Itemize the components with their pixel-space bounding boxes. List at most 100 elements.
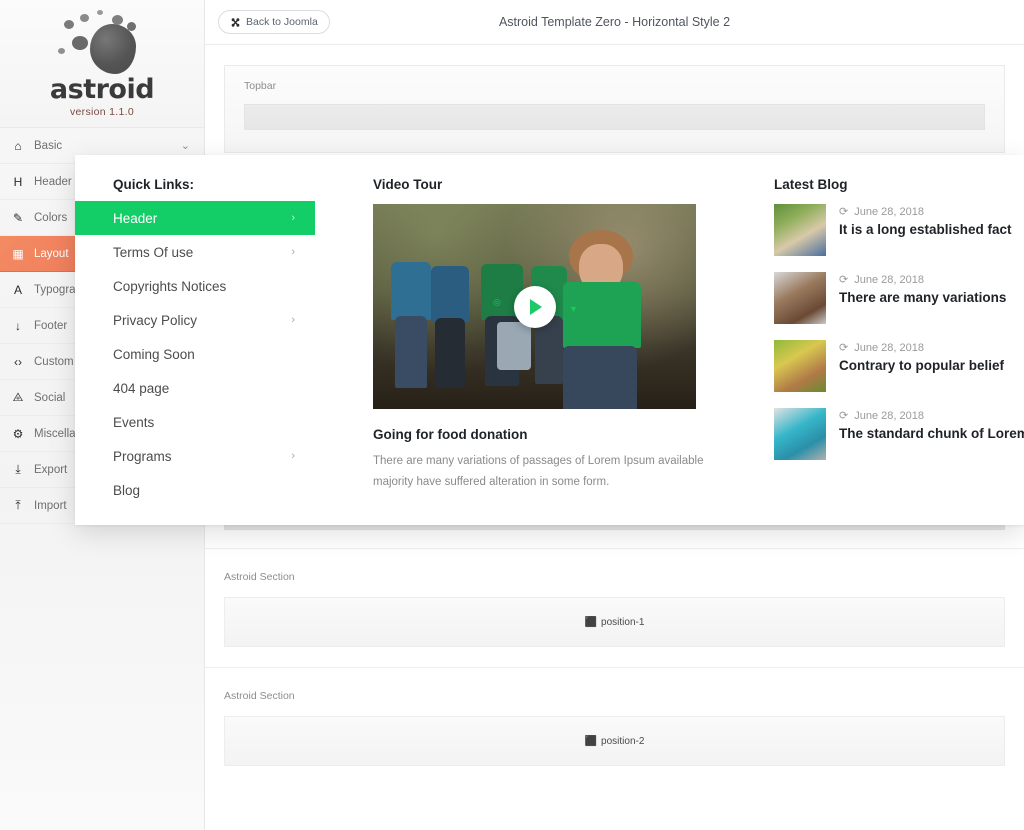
quick-links-list: Header › Terms Of use › Copyrights Notices Pr… [75, 201, 340, 507]
cube-icon: ⬛ [584, 735, 598, 747]
quick-link-label: Events [113, 414, 155, 430]
home-icon: ⌂ [14, 138, 22, 153]
quick-link-events[interactable]: Events [75, 405, 315, 439]
download-icon: ⤓ [15, 462, 21, 476]
topbar-section-label: Topbar [244, 80, 277, 92]
clock-icon: ⟳ [839, 410, 849, 422]
figure-green-shirt [563, 282, 641, 348]
module-position-slot[interactable]: ⬛ position-2 [224, 716, 1005, 766]
heading-h-icon: H [13, 174, 23, 189]
chevron-right-icon: › [291, 314, 295, 326]
blog-title: Contrary to popular belief [839, 358, 1005, 373]
quick-link-programs[interactable]: Programs › [75, 439, 315, 473]
blog-title: It is a long established fact [839, 222, 1012, 237]
cube-icon: ⬛ [584, 616, 598, 628]
chevron-down-icon[interactable]: ⌄ [181, 139, 190, 152]
figure-jeans-1 [395, 316, 427, 388]
code-icon: ‹› [14, 354, 22, 369]
joomla-icon [230, 17, 241, 28]
sidebar-item-label: Footer [34, 319, 68, 332]
blog-list-item[interactable]: ⟳ June 28, 2018 There are many variations [774, 272, 1024, 324]
quick-link-privacy-policy[interactable]: Privacy Policy › [75, 303, 315, 337]
asteroid-icon [50, 6, 154, 78]
astroid-section: Astroid Section ⬛ position-1 [205, 548, 1024, 647]
blog-list-item[interactable]: ⟳ June 28, 2018 Contrary to popular belief [774, 340, 1024, 392]
latest-blog-list: ⟳ June 28, 2018 It is a long established f… [774, 204, 1024, 460]
paintbrush-icon: ✎ [12, 210, 24, 225]
sidebar-item-label: Header [34, 175, 72, 188]
quick-link-label: Privacy Policy [113, 312, 198, 328]
upload-icon: ⤒ [15, 498, 21, 512]
chevron-right-icon: › [291, 212, 295, 224]
video-description: There are many variations of passages of… [373, 455, 704, 489]
figure-blue-1 [391, 262, 431, 320]
sidebar-item-label: Basic [34, 139, 63, 152]
blog-date-text: June 28, 2018 [854, 273, 924, 286]
app-root: astroid version 1.1.0 ⌂ Basic ⌄ H Header ✎ Col… [0, 0, 1024, 830]
quick-links-heading: Quick Links: [113, 177, 195, 192]
blog-date-text: June 28, 2018 [854, 409, 924, 422]
donation-bag [497, 322, 531, 370]
share-icon: ⨹ [12, 390, 24, 404]
gears-icon: ⚙ [12, 426, 24, 441]
module-position-slot[interactable]: ⬛ position-1 [224, 597, 1005, 647]
figure-blue-2 [431, 266, 469, 322]
brand-name: astroid [49, 74, 155, 105]
quick-link-label: Header [113, 210, 158, 226]
astroid-section-title: Astroid Section [224, 571, 295, 583]
quick-link-label: Copyrights Notices [113, 278, 227, 294]
quick-link-coming-soon[interactable]: Coming Soon [75, 337, 315, 371]
blog-date-text: June 28, 2018 [854, 341, 924, 354]
marker-triangle-icon: ▼ [569, 304, 578, 314]
quick-link-blog[interactable]: Blog [75, 473, 315, 507]
quick-link-terms-of-use[interactable]: Terms Of use › [75, 235, 315, 269]
quick-link-label: Coming Soon [113, 346, 195, 362]
blog-date: ⟳ June 28, 2018 [839, 341, 1004, 355]
brand-logo: astroid version 1.1.0 [0, 0, 204, 128]
play-button[interactable] [513, 285, 556, 328]
blog-title: The standard chunk of Lorem [839, 426, 1024, 441]
astroid-sections: Astroid Section ⬛ position-1 Astroid Sectio… [205, 548, 1024, 766]
video-thumbnail[interactable]: ◎ ▼ [373, 204, 696, 409]
topbar-section: Topbar [224, 65, 1005, 153]
figure-jeans-5 [563, 346, 637, 409]
latest-blog-heading: Latest Blog [774, 177, 848, 192]
blog-list-item[interactable]: ⟳ June 28, 2018 It is a long established f… [774, 204, 1024, 256]
back-to-joomla-button[interactable]: Back to Joomla [218, 10, 330, 34]
video-tour-heading: Video Tour [373, 177, 443, 192]
blog-thumbnail [774, 340, 826, 392]
blog-date-text: June 28, 2018 [854, 205, 924, 218]
quick-link-copyrights-notices[interactable]: Copyrights Notices [75, 269, 315, 303]
blog-date: ⟳ June 28, 2018 [839, 409, 1024, 423]
sidebar-item-label: Import [34, 499, 67, 512]
play-icon [530, 298, 542, 315]
quick-link-label: Terms Of use [113, 244, 194, 260]
quick-link-label: Programs [113, 448, 172, 464]
mega-menu-dropdown: Quick Links: Header › Terms Of use › Copyrig… [75, 155, 1024, 525]
sidebar-item-label: Social [34, 391, 66, 404]
video-title: Going for food donation [373, 427, 528, 442]
sidebar-item-label: Export [34, 463, 68, 476]
app-header: Back to Joomla Astroid Template Zero - H… [205, 0, 1024, 45]
blog-thumbnail [774, 204, 826, 256]
quick-link-label: Blog [113, 482, 141, 498]
clock-icon: ⟳ [839, 274, 849, 286]
back-to-joomla-label: Back to Joomla [246, 16, 318, 28]
quick-link-404-page[interactable]: 404 page [75, 371, 315, 405]
font-a-icon: A [13, 282, 22, 297]
topbar-position-slot[interactable] [244, 104, 985, 130]
blog-date: ⟳ June 28, 2018 [839, 273, 1006, 287]
brand-version: version 1.1.0 [69, 106, 135, 118]
sidebar-item-label: Colors [34, 211, 68, 224]
blog-list-item[interactable]: ⟳ June 28, 2018 The standard chunk of Lore… [774, 408, 1024, 460]
arrow-down-icon: ↓ [15, 318, 21, 333]
figure-jeans-2 [435, 318, 465, 388]
chevron-right-icon: › [291, 246, 295, 258]
quick-links-column: Quick Links: Header › Terms Of use › Copyrig… [75, 177, 340, 525]
clock-icon: ⟳ [839, 206, 849, 218]
video-tour-column: Video Tour ◎ ▼ Going for food donation T… [340, 177, 740, 525]
quick-link-label: 404 page [113, 380, 170, 396]
chevron-right-icon: › [291, 450, 295, 462]
columns-icon: ▦ [12, 246, 24, 261]
quick-link-header[interactable]: Header › [75, 201, 315, 235]
